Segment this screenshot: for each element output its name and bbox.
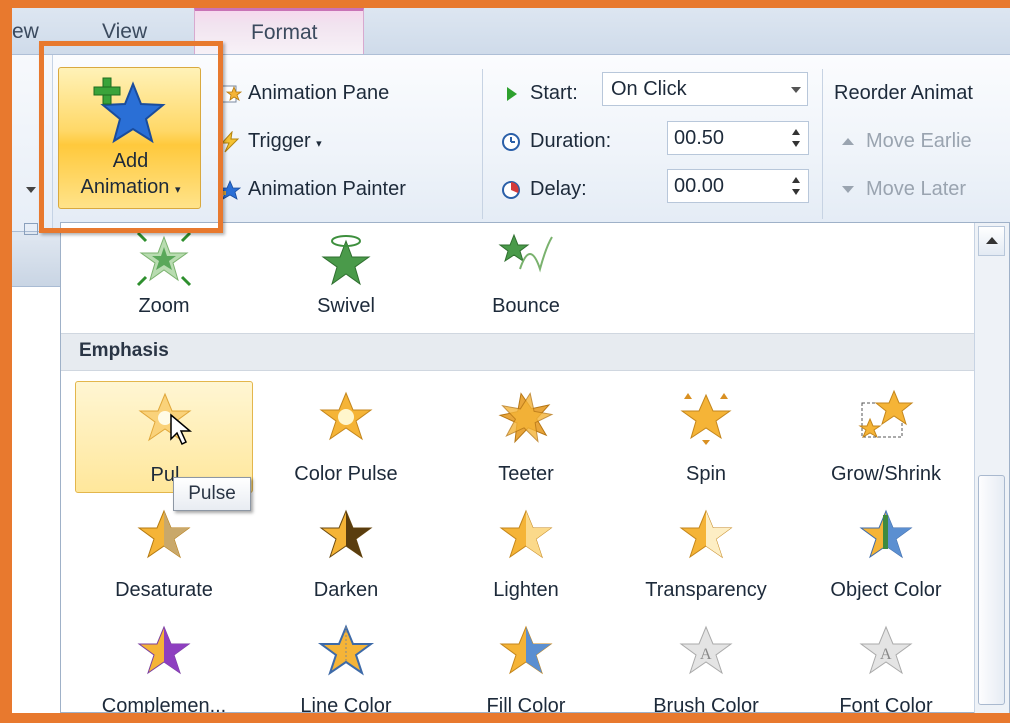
duration-value: 00.50 bbox=[674, 127, 725, 149]
start-value: On Click bbox=[611, 78, 687, 100]
move-earlier-button[interactable]: Move Earlie bbox=[842, 130, 972, 153]
gallery-more-icon[interactable] bbox=[26, 187, 36, 193]
gallery-item-color-pulse[interactable]: Color Pulse bbox=[257, 381, 435, 493]
grow-shrink-star-icon bbox=[858, 389, 914, 439]
delay-value: 00.00 bbox=[674, 175, 725, 197]
gallery-item-font-color[interactable]: A Font Color bbox=[797, 615, 975, 713]
play-icon bbox=[507, 86, 517, 101]
swivel-star-icon bbox=[321, 235, 371, 286]
ribbon-separator bbox=[822, 69, 823, 219]
powerpoint-window: ew View Format Add Animation ▾ Animation… bbox=[12, 8, 1010, 713]
teeter-star-icon bbox=[498, 392, 554, 444]
gallery-item-fill-color[interactable]: Fill Color bbox=[437, 615, 615, 713]
gallery-item-label: Line Color bbox=[300, 695, 392, 713]
spin-down-icon[interactable] bbox=[792, 189, 800, 195]
add-animation-highlight bbox=[39, 41, 223, 233]
gallery-item-label: Lighten bbox=[493, 579, 559, 601]
animation-gallery: Zoom Swivel Bounce Emphasis Pul Color Pu… bbox=[60, 222, 1010, 713]
chevron-down-icon bbox=[791, 87, 801, 93]
move-later-button[interactable]: Move Later bbox=[842, 178, 966, 201]
gallery-item-line-color[interactable]: Line Color bbox=[257, 615, 435, 713]
start-label: Start: bbox=[500, 82, 578, 105]
reorder-animation-label: Reorder Animat bbox=[834, 82, 973, 104]
emphasis-section-title: Emphasis bbox=[79, 340, 169, 361]
gallery-item-label: Swivel bbox=[317, 295, 375, 317]
gallery-item-object-color[interactable]: Object Color bbox=[797, 499, 975, 611]
gallery-item-spin[interactable]: Spin bbox=[617, 381, 795, 493]
gallery-item-teeter[interactable]: Teeter bbox=[437, 381, 615, 493]
gallery-item-label: Complemen... bbox=[101, 695, 227, 713]
gallery-item-swivel[interactable]: Swivel bbox=[257, 223, 435, 335]
svg-text:A: A bbox=[700, 646, 712, 663]
gallery-item-grow-shrink[interactable]: Grow/Shrink bbox=[797, 381, 975, 493]
line-color-star-icon bbox=[317, 624, 375, 676]
gallery-item-zoom[interactable]: Zoom bbox=[75, 223, 253, 335]
darken-star-icon bbox=[319, 509, 373, 559]
spin-up-icon[interactable] bbox=[792, 177, 800, 183]
bounce-star-icon bbox=[498, 233, 553, 273]
gallery-item-label: Fill Color bbox=[486, 695, 566, 713]
brush-color-star-icon: A bbox=[679, 625, 733, 675]
delay-spinner[interactable]: 00.00 bbox=[667, 169, 809, 203]
clock-icon bbox=[502, 132, 520, 151]
emphasis-section-header: Emphasis bbox=[61, 333, 976, 371]
gallery-item-label: Desaturate bbox=[115, 579, 213, 601]
gallery-scrollbar[interactable] bbox=[974, 223, 1009, 713]
gallery-item-label: Zoom bbox=[138, 295, 190, 317]
delay-label: Delay: bbox=[500, 178, 587, 201]
object-color-star-icon bbox=[859, 509, 913, 559]
spin-star-icon bbox=[680, 393, 732, 445]
zoom-star-icon bbox=[136, 231, 192, 287]
gallery-item-brush-color[interactable]: A Brush Color bbox=[617, 615, 795, 713]
triangle-up-icon bbox=[842, 138, 854, 146]
gallery-item-bounce[interactable]: Bounce bbox=[437, 223, 615, 335]
mouse-pointer-icon bbox=[170, 413, 193, 446]
gallery-item-lighten[interactable]: Lighten bbox=[437, 499, 615, 611]
delay-clock-icon bbox=[502, 180, 520, 199]
tab-format-label: Format bbox=[251, 21, 318, 44]
svg-text:A: A bbox=[880, 646, 892, 663]
gallery-item-desaturate[interactable]: Desaturate bbox=[75, 499, 253, 611]
gallery-item-label: Object Color bbox=[830, 579, 942, 601]
animation-painter-button[interactable]: Animation Painter bbox=[218, 178, 406, 201]
gallery-item-label: Teeter bbox=[498, 463, 554, 485]
slide-pane-edge bbox=[12, 240, 61, 713]
start-dropdown[interactable]: On Click bbox=[602, 72, 808, 106]
gallery-item-label: Darken bbox=[313, 579, 379, 601]
fill-color-star-icon bbox=[499, 625, 553, 675]
spin-down-icon[interactable] bbox=[792, 141, 800, 147]
complementary-star-icon bbox=[137, 625, 191, 675]
animation-pane-button[interactable]: Animation Pane bbox=[218, 82, 389, 105]
gallery-item-label: Transparency bbox=[645, 579, 767, 601]
color-pulse-star-icon bbox=[319, 391, 373, 441]
pulse-tooltip: Pulse bbox=[173, 477, 251, 511]
gallery-item-label: Grow/Shrink bbox=[830, 463, 942, 485]
gallery-item-label: Spin bbox=[685, 463, 727, 485]
gallery-item-complementary[interactable]: Complemen... bbox=[75, 615, 253, 713]
tab-review-partial[interactable]: ew bbox=[12, 20, 39, 44]
gallery-item-label: Color Pulse bbox=[294, 463, 398, 485]
gallery-item-label: Font Color bbox=[839, 695, 933, 713]
triangle-down-icon bbox=[842, 186, 854, 194]
dialog-launcher-icon[interactable] bbox=[24, 223, 38, 235]
desaturate-star-icon bbox=[137, 509, 191, 559]
duration-label: Duration: bbox=[500, 130, 611, 153]
font-color-star-icon: A bbox=[859, 625, 913, 675]
lighten-star-icon bbox=[499, 509, 553, 559]
gallery-item-transparency[interactable]: Transparency bbox=[617, 499, 795, 611]
spin-up-icon[interactable] bbox=[792, 129, 800, 135]
duration-spinner[interactable]: 00.50 bbox=[667, 121, 809, 155]
ribbon-separator bbox=[482, 69, 483, 219]
gallery-item-darken[interactable]: Darken bbox=[257, 499, 435, 611]
transparency-star-icon bbox=[679, 509, 733, 559]
scroll-thumb[interactable] bbox=[978, 475, 1005, 705]
scroll-up-button[interactable] bbox=[978, 226, 1005, 256]
gallery-item-label: Bounce bbox=[492, 295, 560, 317]
gallery-item-label: Brush Color bbox=[653, 695, 759, 713]
trigger-button[interactable]: Trigger ▾ bbox=[218, 130, 322, 153]
